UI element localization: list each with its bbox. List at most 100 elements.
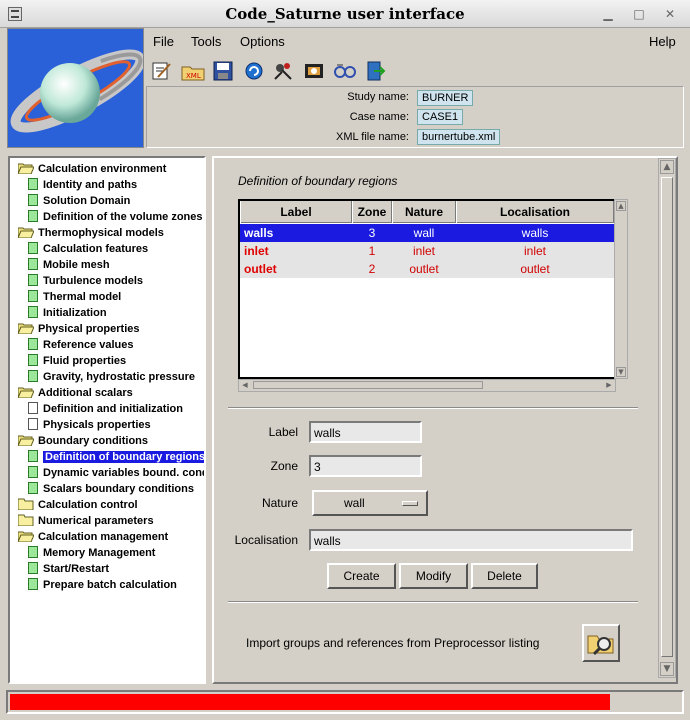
tree-folder[interactable]: Physical properties <box>17 321 140 337</box>
panel-vertical-scrollbar[interactable]: ▲ ▼ <box>658 158 676 678</box>
cell-zone: 3 <box>368 226 376 240</box>
open-xml-icon[interactable]: XML <box>180 60 206 82</box>
tree-item[interactable]: Thermal model <box>28 289 121 305</box>
tree-item[interactable]: Initialization <box>28 305 107 321</box>
open-folder-icon <box>17 322 35 335</box>
tree-item-label: Memory Management <box>43 547 156 559</box>
zone-input[interactable]: 3 <box>309 455 422 477</box>
saturn-logo <box>7 28 144 148</box>
column-localisation[interactable]: Localisation <box>456 201 614 223</box>
localisation-field-label: Localisation <box>234 533 298 547</box>
tree-item-label: Scalars boundary conditions <box>43 483 194 495</box>
folder-search-icon <box>587 635 614 656</box>
table-row[interactable]: walls 3 wall walls <box>240 224 614 242</box>
separator <box>228 407 638 409</box>
page-icon <box>28 242 38 254</box>
import-button[interactable] <box>582 624 620 662</box>
table-row[interactable]: inlet 1 inlet inlet <box>240 242 614 260</box>
open-folder-icon <box>17 530 35 543</box>
tree-item[interactable]: Memory Management <box>28 545 155 561</box>
column-zone[interactable]: Zone <box>352 201 392 223</box>
modify-button[interactable]: Modify <box>399 563 468 589</box>
page-icon <box>28 466 38 478</box>
quit-icon[interactable] <box>364 60 386 82</box>
delete-button[interactable]: Delete <box>471 563 538 589</box>
tree-folder[interactable]: Additional scalars <box>17 385 133 401</box>
table-vertical-scrollbar[interactable]: ▲ ▼ <box>614 199 628 379</box>
tree-item-label: Gravity, hydrostatic pressure <box>43 371 196 383</box>
tree-item[interactable]: Turbulence models <box>28 273 143 289</box>
tree-folder[interactable]: Thermophysical models <box>17 225 164 241</box>
xml-file-value: burnertube.xml <box>417 129 501 145</box>
toolbar: XML <box>146 58 684 86</box>
page-icon <box>28 274 38 286</box>
tree-item[interactable]: Physicals properties <box>28 417 151 433</box>
column-nature[interactable]: Nature <box>392 201 456 223</box>
column-label[interactable]: Label <box>240 201 352 223</box>
cell-zone: 1 <box>368 244 376 258</box>
page-icon <box>28 210 38 222</box>
localisation-input[interactable]: walls <box>309 529 633 551</box>
batch-icon[interactable] <box>333 60 357 82</box>
edit-icon[interactable] <box>150 60 172 82</box>
tree-item-label: Calculation environment <box>38 163 167 175</box>
menu-options[interactable]: Options <box>240 34 285 49</box>
tree-item[interactable]: Dynamic variables bound. cond. <box>28 465 204 481</box>
maximize-icon[interactable]: □ <box>631 6 647 22</box>
tree-item-label: Physicals properties <box>43 419 151 431</box>
tree-item[interactable]: Gravity, hydrostatic pressure <box>28 369 195 385</box>
tree-folder[interactable]: Boundary conditions <box>17 433 148 449</box>
table-row[interactable]: outlet 2 outlet outlet <box>240 260 614 278</box>
page-icon <box>28 370 38 382</box>
menu-file[interactable]: File <box>153 34 174 49</box>
page-icon <box>28 402 38 414</box>
save-icon[interactable] <box>212 60 234 82</box>
page-icon <box>28 578 38 590</box>
tree-item[interactable]: Identity and paths <box>28 177 137 193</box>
study-name-value: BURNER <box>417 90 474 106</box>
minimize-icon[interactable]: ▁ <box>600 6 616 22</box>
tree-item[interactable]: Definition of boundary regions <box>28 449 206 465</box>
tree-item[interactable]: Calculation features <box>28 241 148 257</box>
tree-item[interactable]: Definition of the volume zones <box>28 209 203 225</box>
tree-item[interactable]: Reference values <box>28 337 134 353</box>
create-button[interactable]: Create <box>327 563 396 589</box>
tree-folder[interactable]: Calculation management <box>17 529 168 545</box>
close-icon[interactable]: ✕ <box>662 6 678 22</box>
tree-item[interactable]: Definition and initialization <box>28 401 183 417</box>
tree-item-label: Mobile mesh <box>43 259 110 271</box>
tree-item[interactable]: Mobile mesh <box>28 257 110 273</box>
open-folder-icon <box>17 226 35 239</box>
tree-folder[interactable]: Numerical parameters <box>17 513 154 529</box>
tree-item[interactable]: Start/Restart <box>28 561 109 577</box>
table-horizontal-scrollbar[interactable]: ◀ ▶ <box>238 379 616 392</box>
tree-folder[interactable]: Calculation control <box>17 497 138 513</box>
progress-bar <box>10 694 610 710</box>
title-bar: Code_Saturne user interface ▁ □ ✕ <box>0 0 690 28</box>
case-name-value: CASE1 <box>417 109 464 125</box>
tree-item[interactable]: Prepare batch calculation <box>28 577 177 593</box>
preprocessor-icon[interactable] <box>303 60 325 82</box>
tree-item[interactable]: Scalars boundary conditions <box>28 481 194 497</box>
closed-folder-icon <box>17 498 34 511</box>
nature-select[interactable]: wall <box>312 490 428 516</box>
page-icon <box>28 482 38 494</box>
page-icon <box>28 450 38 462</box>
page-icon <box>28 178 38 190</box>
tree-item-label: Identity and paths <box>43 179 138 191</box>
tree-item-label: Definition of boundary regions <box>43 451 206 463</box>
label-input[interactable]: walls <box>309 421 422 443</box>
menu-tools[interactable]: Tools <box>191 34 221 49</box>
cell-localisation: walls <box>521 226 549 240</box>
import-description: Import groups and references from Prepro… <box>246 636 540 650</box>
tree-folder[interactable]: Calculation environment <box>17 161 167 177</box>
launch-icon[interactable] <box>272 60 294 82</box>
tree-item[interactable]: Solution Domain <box>28 193 130 209</box>
tree-item-label: Prepare batch calculation <box>43 579 177 591</box>
refresh-icon[interactable] <box>243 60 265 82</box>
tree-item[interactable]: Fluid properties <box>28 353 126 369</box>
page-icon <box>28 546 38 558</box>
tree-item-label: Boundary conditions <box>38 435 148 447</box>
menu-help[interactable]: Help <box>649 34 676 49</box>
menu-bar: File Tools Options Help <box>146 30 684 54</box>
